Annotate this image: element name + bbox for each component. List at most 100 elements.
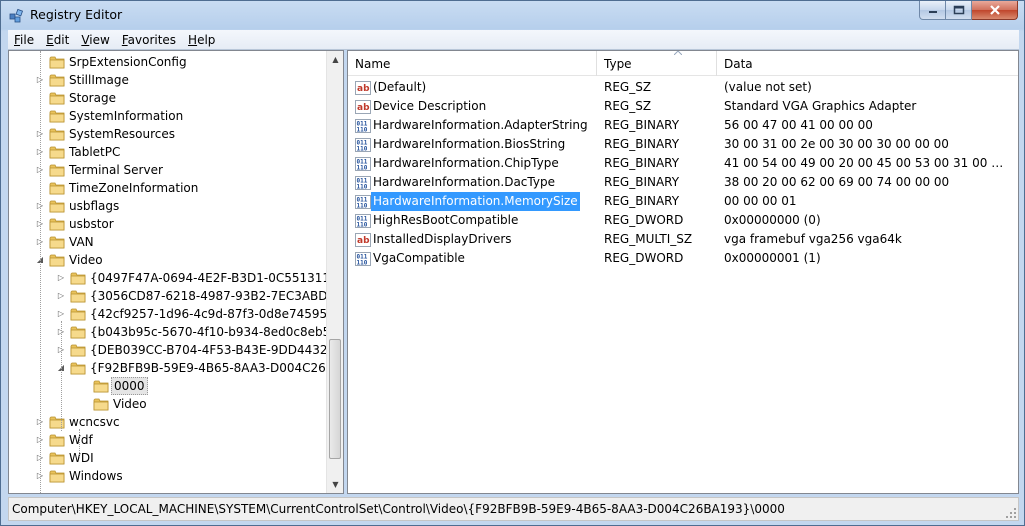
maximize-button[interactable] — [946, 1, 972, 20]
svg-text:ab: ab — [357, 236, 370, 246]
value-type: REG_BINARY — [604, 194, 680, 208]
value-name: Device Description — [373, 99, 487, 113]
registry-editor-window: Registry Editor File Edit View Favorites… — [0, 0, 1025, 526]
value-name: InstalledDisplayDrivers — [373, 232, 512, 246]
tree-item[interactable]: ▷ Terminal Server — [9, 161, 327, 179]
menu-file[interactable]: File — [8, 30, 40, 50]
column-header-type[interactable]: Type — [597, 51, 717, 76]
collapsed-arrow-icon[interactable]: ▷ — [56, 287, 66, 305]
scrollbar-thumb[interactable] — [329, 339, 341, 459]
value-row[interactable]: ab (Default) REG_SZ (value not set) — [348, 78, 1018, 97]
key-tree-pane[interactable]: SrpExtensionConfig ▷ StillImage Storage Syst… — [8, 50, 344, 494]
tree-item[interactable]: ▷ VAN — [9, 233, 327, 251]
tree-item[interactable]: SrpExtensionConfig — [9, 53, 327, 71]
tree-item[interactable]: ▷ {0497F47A-0694-4E2F-B3D1-0C5513118880} — [9, 269, 327, 287]
tree-item-label: {42cf9257-1d96-4c9d-87f3-0d8e74595f78} — [90, 307, 327, 321]
tree-vertical-scrollbar[interactable]: ▲ ▼ — [326, 51, 343, 493]
tree-item[interactable]: ◢{F92BFB9B-59E9-4B65-8AA3-D004C26BA193} — [9, 359, 327, 377]
value-name: HardwareInformation.MemorySize — [371, 192, 580, 211]
tree-item[interactable]: ▷ usbflags — [9, 197, 327, 215]
value-name: HardwareInformation.AdapterString — [373, 118, 588, 132]
folder-icon — [93, 397, 109, 411]
tree-item[interactable]: 0000 — [9, 377, 327, 395]
svg-text:110: 110 — [357, 260, 368, 267]
value-type: REG_MULTI_SZ — [604, 232, 693, 246]
tree-item[interactable]: ▷ wcncsvc — [9, 413, 327, 431]
close-button[interactable] — [972, 1, 1018, 20]
tree-item-label: Video — [113, 397, 147, 411]
binary-value-icon: 011 110 — [355, 156, 371, 172]
tree-item[interactable]: ▷ TabletPC — [9, 143, 327, 161]
tree-item[interactable]: ▷ usbstor — [9, 215, 327, 233]
tree-item[interactable]: ▷{b043b95c-5670-4f10-b934-8ed0c8eb59a8} — [9, 323, 327, 341]
scroll-down-arrow-icon[interactable]: ▼ — [327, 476, 343, 493]
key-tree: SrpExtensionConfig ▷ StillImage Storage Syst… — [9, 51, 327, 493]
tree-item-label: {DEB039CC-B704-4F53-B43E-9DD4432FA2E9} — [90, 343, 327, 357]
tree-item-label: {b043b95c-5670-4f10-b934-8ed0c8eb59a8} — [90, 325, 327, 339]
tree-guide-line — [40, 51, 41, 493]
menu-help-accel: H — [188, 32, 198, 47]
value-row[interactable]: 011 110 HardwareInformation.DacType REG_BIN… — [348, 173, 1018, 192]
minimize-button[interactable] — [919, 1, 946, 20]
collapsed-arrow-icon[interactable]: ▷ — [56, 269, 66, 287]
tree-item-label: WDI — [69, 451, 94, 465]
tree-item[interactable]: ▷ Wdf — [9, 431, 327, 449]
value-row[interactable]: 011 110 HardwareInformation.ChipType REG_BI… — [348, 154, 1018, 173]
svg-text:ab: ab — [357, 103, 370, 113]
tree-item[interactable]: SystemInformation — [9, 107, 327, 125]
tree-item[interactable]: ▷{42cf9257-1d96-4c9d-87f3-0d8e74595f78} — [9, 305, 327, 323]
tree-item[interactable]: ▷{DEB039CC-B704-4F53-B43E-9DD4432FA2E9} — [9, 341, 327, 359]
value-data: 41 00 54 00 49 00 20 00 45 00 53 00 31 0… — [724, 156, 1004, 170]
binary-value-icon: 011 110 — [355, 118, 371, 134]
value-row[interactable]: 011 110 HighResBootCompatible REG_DWORD 0x00… — [348, 211, 1018, 230]
tree-item[interactable]: ▷ WDI — [9, 449, 327, 467]
column-header-data[interactable]: Data — [717, 51, 1018, 76]
value-row[interactable]: ab Device Description REG_SZ Standard VGA G… — [348, 97, 1018, 116]
value-type: REG_SZ — [604, 80, 652, 94]
svg-text:110: 110 — [357, 146, 368, 153]
tree-item-label: Video — [69, 253, 103, 267]
value-row[interactable]: 011 110 HardwareInformation.MemorySize REG_… — [348, 192, 1018, 211]
list-header: Name Type Data — [348, 51, 1018, 76]
menu-favorites-label: avorites — [127, 32, 177, 47]
tree-item-label: Terminal Server — [69, 163, 163, 177]
svg-text:110: 110 — [357, 127, 368, 134]
title-bar[interactable]: Registry Editor — [1, 1, 1024, 30]
folder-icon — [49, 73, 65, 87]
tree-item[interactable]: ▷ StillImage — [9, 71, 327, 89]
tree-item[interactable]: Storage — [9, 89, 327, 107]
tree-item[interactable]: ▷ {3056CD87-6218-4987-93B2-7EC3ABD4BC71} — [9, 287, 327, 305]
folder-icon — [49, 433, 65, 447]
tree-item[interactable]: Video — [9, 395, 327, 413]
value-name: (Default) — [373, 80, 427, 94]
values-list-pane[interactable]: Name Type Data ab (Default) REG_SZ (value n… — [347, 50, 1019, 494]
binary-value-icon: 011 110 — [355, 251, 371, 267]
svg-text:110: 110 — [357, 203, 368, 210]
menu-view[interactable]: View — [75, 30, 115, 50]
value-row[interactable]: 011 110 VgaCompatible REG_DWORD 0x00000001 (… — [348, 249, 1018, 268]
tree-item[interactable]: ◢ Video — [9, 251, 327, 269]
tree-item[interactable]: ▷ SystemResources — [9, 125, 327, 143]
value-row[interactable]: ab InstalledDisplayDrivers REG_MULTI_SZ vga… — [348, 230, 1018, 249]
menu-favorites[interactable]: Favorites — [116, 30, 182, 50]
scroll-up-arrow-icon[interactable]: ▲ — [327, 51, 343, 68]
value-row[interactable]: 011 110 HardwareInformation.AdapterString R… — [348, 116, 1018, 135]
tree-item[interactable]: ▷ Windows — [9, 467, 327, 485]
menu-bar: File Edit View Favorites Help — [8, 30, 1019, 50]
value-row[interactable]: 011 110 HardwareInformation.BiosString REG_… — [348, 135, 1018, 154]
value-data: 0x00000001 (1) — [724, 251, 821, 265]
folder-icon — [49, 55, 65, 69]
folder-icon — [49, 145, 65, 159]
column-header-name[interactable]: Name — [348, 51, 597, 76]
resize-grip-icon[interactable] — [1005, 507, 1017, 519]
svg-text:110: 110 — [357, 184, 368, 191]
minimize-icon — [928, 11, 937, 13]
menu-help[interactable]: Help — [182, 30, 221, 50]
value-type: REG_BINARY — [604, 156, 680, 170]
tree-item[interactable]: TimeZoneInformation — [9, 179, 327, 197]
menu-edit[interactable]: Edit — [40, 30, 75, 50]
folder-icon — [49, 163, 65, 177]
tree-item-label: SystemResources — [69, 127, 176, 141]
sort-chevron-up-icon — [674, 51, 682, 55]
value-name: HardwareInformation.BiosString — [373, 137, 566, 151]
